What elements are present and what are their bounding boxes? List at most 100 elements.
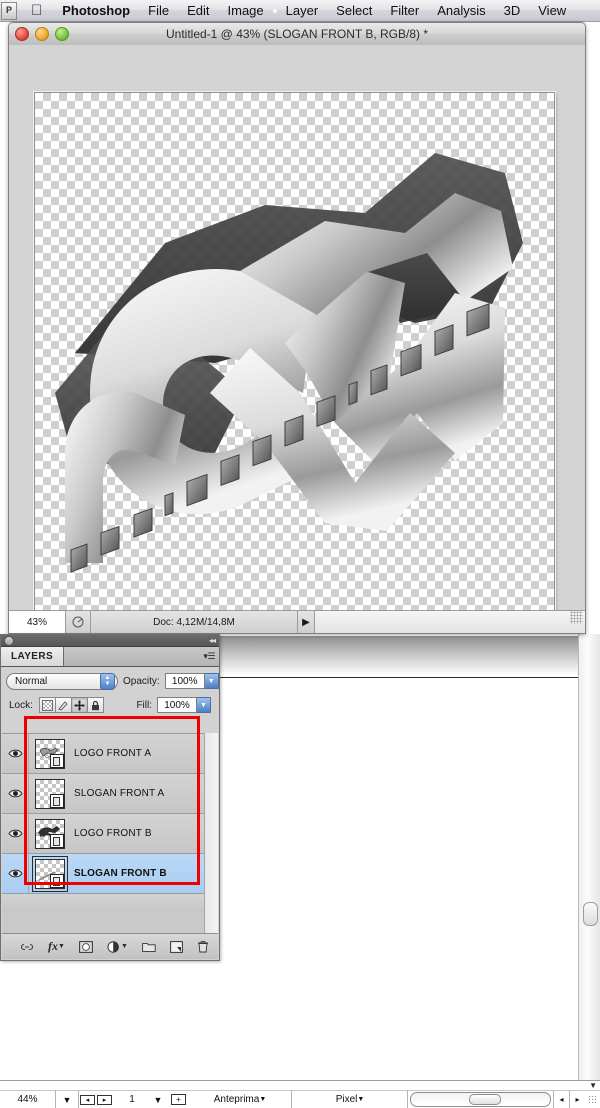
horizontal-scrollbar[interactable]	[408, 1091, 553, 1108]
layer-name[interactable]: LOGO FRONT B	[74, 828, 152, 839]
zoom-dropdown-icon[interactable]: ▼	[56, 1091, 79, 1108]
page-number-value[interactable]: 1	[113, 1091, 147, 1108]
layer-list-scrollbar[interactable]	[204, 733, 218, 934]
layer-name[interactable]: LOGO FRONT A	[74, 748, 151, 759]
layer-name[interactable]: SLOGAN FRONT A	[74, 788, 164, 799]
delete-layer-button[interactable]	[197, 940, 209, 953]
right-panel-rail[interactable]	[578, 634, 600, 1080]
next-page-icon[interactable]: ▸	[97, 1094, 112, 1105]
menu-file[interactable]: File	[139, 0, 178, 22]
menu-layer[interactable]: Layer	[277, 0, 328, 22]
layer-row-logo-front-a[interactable]: LOGO FRONT A	[2, 734, 218, 774]
view-mode-select[interactable]: Anteprima ▼	[188, 1091, 292, 1108]
canvas-area[interactable]	[9, 45, 585, 611]
layer-visibility-toggle[interactable]	[2, 854, 29, 893]
background-page	[216, 678, 600, 1080]
document-preview-icon[interactable]	[66, 611, 91, 633]
page-dropdown-icon[interactable]: ▼	[147, 1091, 169, 1108]
layer-list[interactable]: LOGO FRONT A SLOGAN FRONT A LOGO FRONT B…	[2, 733, 218, 934]
blend-mode-select[interactable]: Normal ▲ ▼	[6, 672, 118, 690]
view-mode-value: Anteprima	[213, 1094, 260, 1105]
lock-image-pixels-button[interactable]	[54, 697, 72, 713]
smart-object-badge-icon	[50, 833, 64, 848]
fill-control[interactable]: 100% ▼	[157, 697, 211, 713]
chevron-down-icon[interactable]: ▼	[589, 1081, 597, 1090]
close-button[interactable]	[15, 27, 29, 41]
minimize-button[interactable]	[35, 27, 49, 41]
layer-visibility-toggle[interactable]	[2, 814, 29, 853]
status-expand-arrow[interactable]: ▶	[298, 611, 315, 633]
menu-edit[interactable]: Edit	[178, 0, 218, 22]
link-layers-button[interactable]	[20, 942, 34, 952]
zoom-button[interactable]	[55, 27, 69, 41]
menu-3d[interactable]: 3D	[495, 0, 530, 22]
lock-position-button[interactable]	[70, 697, 88, 713]
layer-thumbnail[interactable]	[32, 855, 68, 892]
menu-image[interactable]: Image	[219, 0, 273, 22]
layer-visibility-toggle[interactable]	[2, 774, 29, 813]
layer-thumbnail[interactable]	[35, 778, 65, 809]
layer-row-slogan-front-b[interactable]: SLOGAN FRONT B	[2, 854, 218, 894]
scrollbar-thumb[interactable]	[469, 1094, 502, 1105]
eye-icon	[7, 749, 23, 758]
rail-collapse-handle[interactable]	[583, 902, 598, 926]
collapse-icon[interactable]: ◂◂	[209, 636, 216, 645]
layer-style-fx-button[interactable]: fx ▼	[48, 940, 65, 952]
panel-menu-icon[interactable]: ▾☰	[203, 651, 215, 662]
scrollbar-track[interactable]	[410, 1092, 551, 1107]
menu-view[interactable]: View	[529, 0, 575, 22]
layer-thumbnail[interactable]	[35, 738, 65, 769]
document-title-bar[interactable]: Untitled-1 @ 43% (SLOGAN FRONT B, RGB/8)…	[9, 23, 585, 46]
layer-visibility-toggle[interactable]	[2, 734, 29, 773]
scroll-left-icon[interactable]: ◂	[553, 1091, 569, 1108]
previous-page-icon[interactable]: ◂	[80, 1094, 95, 1105]
eye-icon	[7, 789, 23, 798]
opacity-label: Opacity:	[123, 675, 160, 687]
layer-row-logo-front-b[interactable]: LOGO FRONT B	[2, 814, 218, 854]
resize-grip-icon[interactable]	[570, 611, 583, 624]
layer-name[interactable]: SLOGAN FRONT B	[74, 868, 167, 879]
layers-panel-footer: fx ▼ ▼	[2, 933, 218, 959]
resize-grip-icon[interactable]	[585, 1091, 600, 1108]
menu-select[interactable]: Select	[327, 0, 381, 22]
lock-row: Lock: Fill: 100% ▼	[1, 692, 219, 716]
layers-panel: ◂◂ LAYERS ▾☰ Normal ▲ ▼ Opacity: 100% ▼ L…	[0, 634, 220, 961]
menu-filter[interactable]: Filter	[381, 0, 428, 22]
blend-mode-row: Normal ▲ ▼ Opacity: 100% ▼	[1, 667, 219, 692]
layer-row-slogan-front-a[interactable]: SLOGAN FRONT A	[2, 774, 218, 814]
zoom-level-value[interactable]: 44%	[0, 1091, 56, 1108]
document-size-info: Doc: 4,12M/14,8M	[91, 611, 298, 633]
scroll-right-icon[interactable]: ▸	[569, 1091, 585, 1108]
opacity-control[interactable]: 100% ▼	[164, 673, 219, 689]
chevron-down-icon: ▼	[259, 1096, 267, 1103]
add-layer-mask-button[interactable]	[79, 940, 93, 953]
lock-all-button[interactable]	[86, 697, 104, 713]
mac-menu-bar: P  Photoshop File Edit Image Layer Sele…	[0, 0, 600, 22]
expand-icon[interactable]: +	[171, 1094, 186, 1105]
blend-mode-stepper-icon[interactable]: ▲ ▼	[100, 672, 115, 690]
artwork-3d-logo	[55, 153, 523, 573]
menu-analysis[interactable]: Analysis	[428, 0, 494, 22]
opacity-input[interactable]: 100%	[164, 673, 205, 689]
new-layer-button[interactable]	[169, 940, 183, 953]
opacity-dropdown-icon[interactable]: ▼	[204, 673, 219, 689]
layer-thumbnail[interactable]	[35, 818, 65, 849]
new-fill-adjustment-button[interactable]: ▼	[107, 940, 128, 953]
lock-transparent-pixels-button[interactable]	[38, 697, 56, 713]
fill-input[interactable]: 100%	[157, 697, 197, 713]
document-title: Untitled-1 @ 43% (SLOGAN FRONT B, RGB/8)…	[165, 27, 429, 41]
new-group-button[interactable]	[142, 941, 156, 952]
unit-mode-select[interactable]: Pixel ▼	[292, 1091, 408, 1108]
panel-drag-bar[interactable]: ◂◂	[1, 635, 219, 647]
menu-photoshop[interactable]: Photoshop	[58, 0, 139, 22]
smart-object-badge-icon	[50, 793, 64, 808]
apple-menu-icon[interactable]: 	[31, 2, 42, 19]
unit-mode-value: Pixel	[335, 1094, 358, 1105]
document-zoom-level[interactable]: 43%	[9, 611, 66, 633]
fill-dropdown-icon[interactable]: ▼	[197, 697, 211, 713]
menu-separator-dot	[272, 8, 277, 13]
chevron-down-icon: ▼	[357, 1096, 365, 1103]
app-bottom-status-bar: ▼ 44% ▼ ◂ ▸ 1 ▼ + Anteprima ▼ Pixel ▼ ◂ …	[0, 1080, 600, 1108]
tab-layers[interactable]: LAYERS	[1, 647, 65, 666]
panel-tab-row: LAYERS ▾☰	[1, 647, 219, 667]
